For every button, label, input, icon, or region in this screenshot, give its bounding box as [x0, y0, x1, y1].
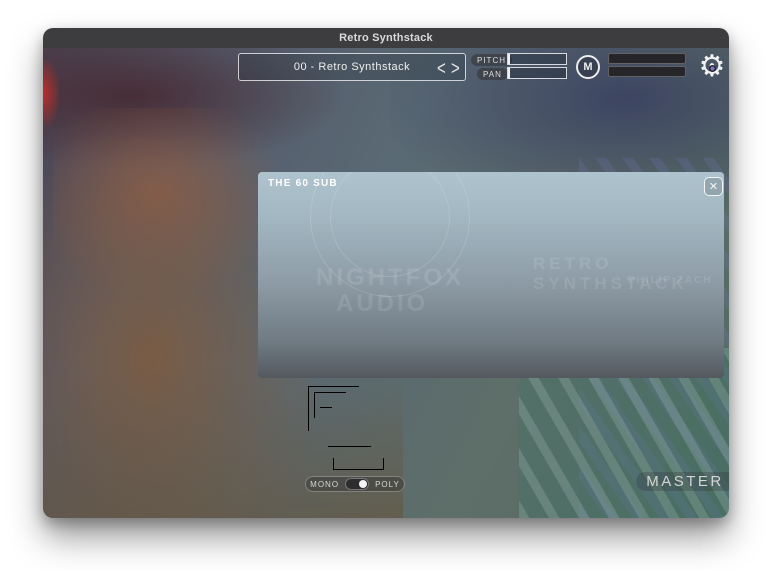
preset-prev-button[interactable]: <: [437, 50, 446, 86]
plugin-ui: 00 - Retro Synthstack < > PITCH PAN M ⚙: [43, 48, 729, 518]
voice-mode-toggle-group: MONO POLY: [305, 476, 405, 492]
watermark-title: RETRO SYNTHSTACK: [533, 254, 724, 294]
watermark-brand-line2: AUDIO: [336, 290, 428, 318]
watermark-brand-line1: NIGHTFOX: [316, 264, 464, 292]
zoom-window-button[interactable]: [120, 32, 131, 43]
envelope-connector-line: [308, 386, 359, 431]
background-art: [43, 60, 59, 126]
preset-name: 00 - Retro Synthstack: [294, 61, 410, 73]
pan-label: PAN: [477, 68, 508, 80]
output-meter-left: [608, 53, 686, 64]
master-knob-label: MASTER: [636, 472, 729, 491]
preset-next-button[interactable]: >: [451, 50, 460, 86]
layer-edit-panel: NIGHTFOX AUDIO RETRO SYNTHSTACK PHILIP Z…: [258, 172, 724, 378]
pan-slider[interactable]: [507, 67, 567, 79]
background-art: [53, 108, 283, 298]
master-mute-button[interactable]: M: [576, 55, 600, 79]
output-meter-right: [608, 66, 686, 77]
app-window: Retro Synthstack 00 - Retro Synthstack <…: [43, 28, 729, 518]
preset-selector[interactable]: 00 - Retro Synthstack < >: [238, 53, 466, 81]
pitch-slider[interactable]: [507, 53, 567, 65]
window-title: Retro Synthstack: [339, 32, 433, 44]
pitch-slider-handle[interactable]: [508, 54, 510, 64]
close-window-button[interactable]: [90, 32, 101, 43]
gear-center-dot: [709, 65, 716, 72]
poly-label: POLY: [375, 480, 400, 489]
titlebar[interactable]: Retro Synthstack: [43, 28, 729, 48]
settings-gear-icon[interactable]: ⚙: [695, 49, 729, 85]
mono-label: MONO: [310, 480, 339, 489]
panel-close-button[interactable]: ✕: [704, 177, 723, 196]
pitch-label: PITCH: [471, 54, 512, 66]
toggle-knob[interactable]: [359, 480, 367, 488]
mono-poly-toggle[interactable]: [345, 478, 369, 490]
pan-slider-handle[interactable]: [508, 68, 510, 78]
envelope-connector-line: [328, 446, 371, 447]
panel-title: THE 60 SUB: [268, 178, 338, 189]
watermark-subtitle: PHILIP ZACH: [628, 275, 713, 286]
minimize-window-button[interactable]: [105, 32, 116, 43]
envelope-connector-line: [333, 458, 384, 470]
